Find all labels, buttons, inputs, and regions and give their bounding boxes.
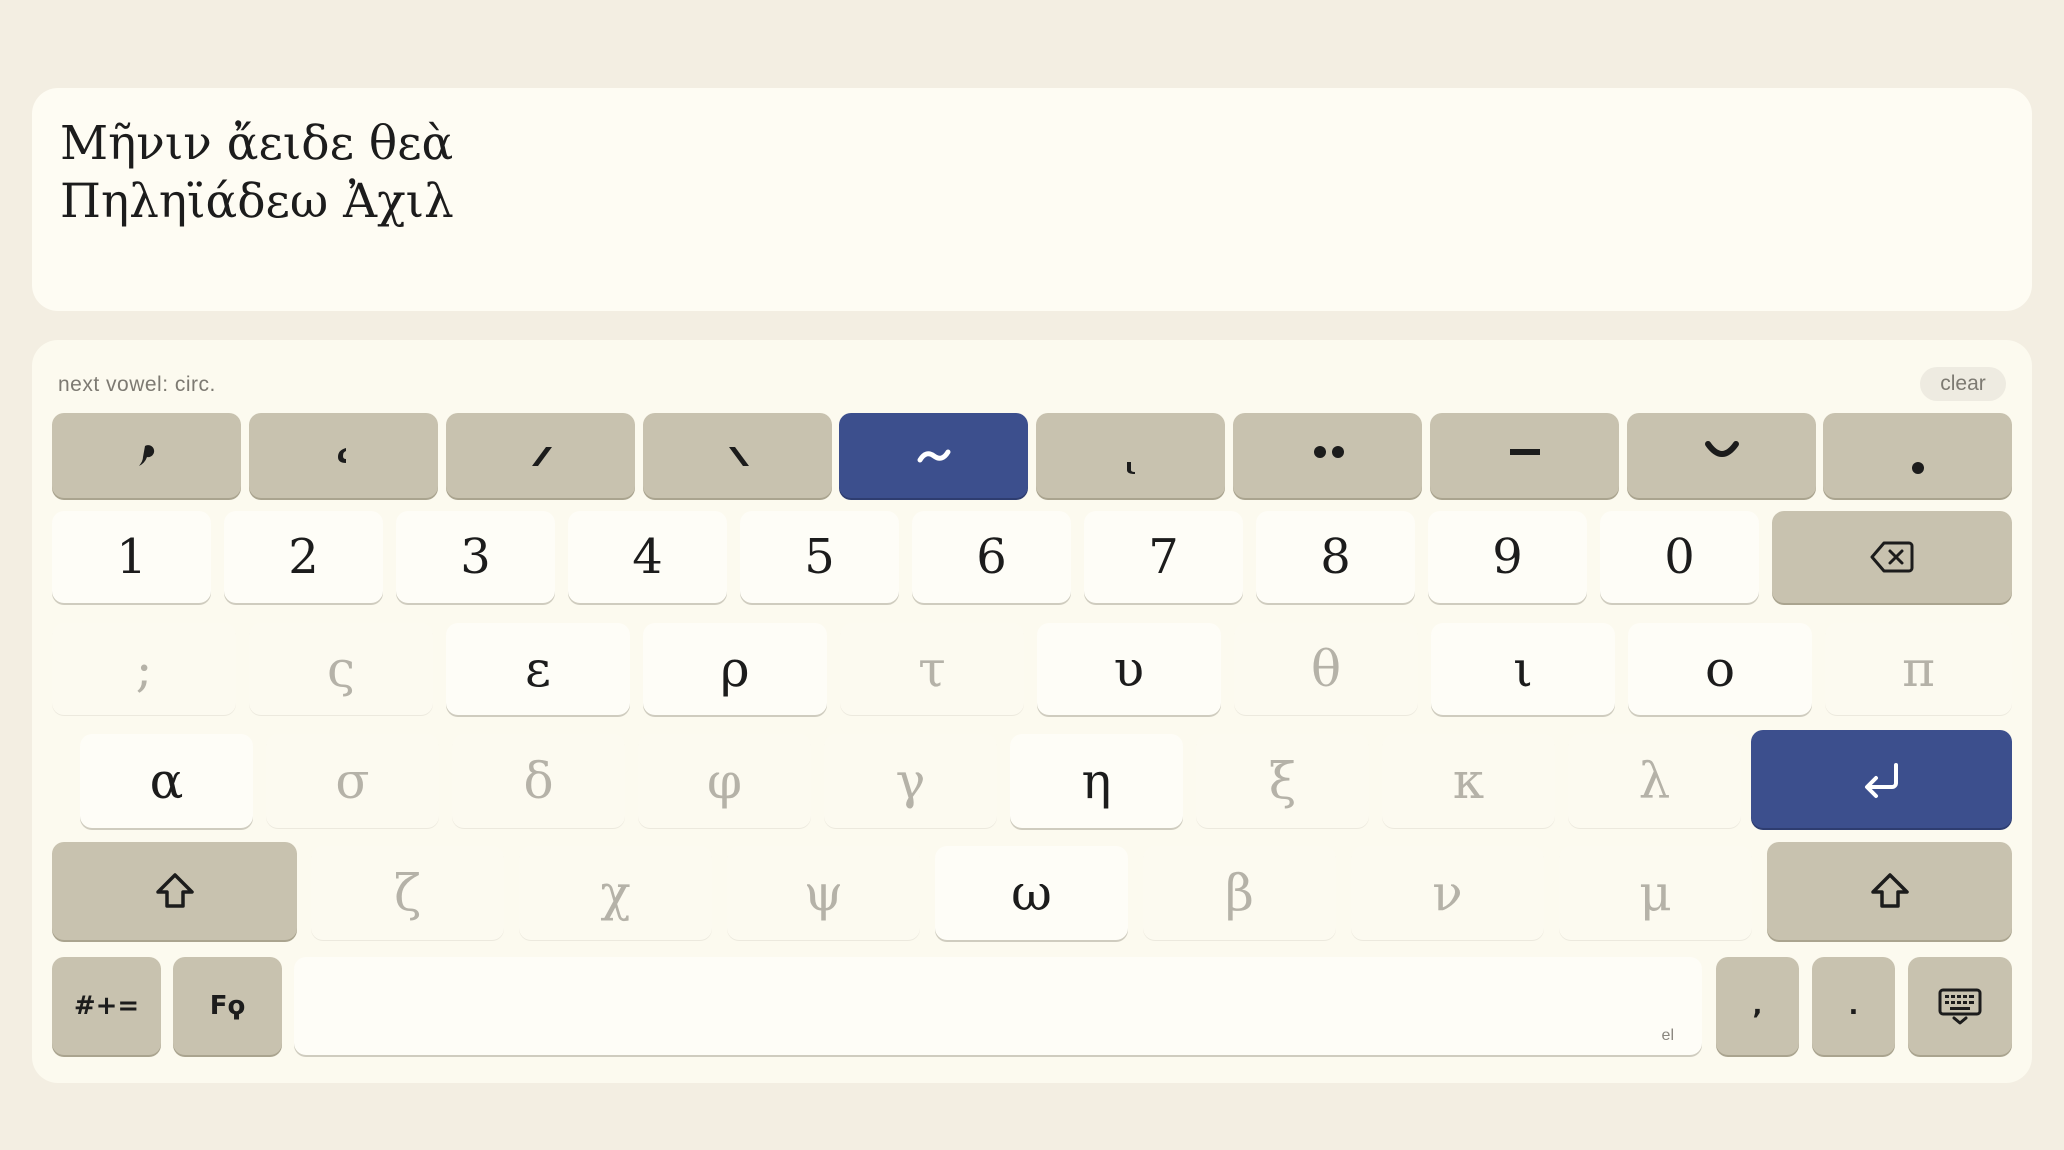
- number-key-3[interactable]: 3: [396, 511, 555, 603]
- diacritic-status: next vowel: circ.: [58, 373, 216, 396]
- diacritic-acute-key[interactable]: [446, 413, 635, 498]
- shift-left-key[interactable]: [52, 842, 297, 940]
- diacritic-breve-key[interactable]: [1627, 413, 1816, 498]
- key-semicolon[interactable]: ;: [52, 623, 236, 715]
- number-key-8[interactable]: 8: [1256, 511, 1415, 603]
- period-key[interactable]: .: [1812, 957, 1895, 1055]
- backspace-key[interactable]: [1772, 511, 2012, 603]
- key-kappa[interactable]: κ: [1382, 734, 1555, 828]
- key-omega[interactable]: ω: [935, 846, 1128, 940]
- key-upsilon[interactable]: υ: [1037, 623, 1221, 715]
- return-icon: [1864, 763, 1898, 798]
- key-eta[interactable]: η: [1010, 734, 1183, 828]
- key-theta[interactable]: θ: [1234, 623, 1418, 715]
- diacritic-dot-below-key[interactable]: [1823, 413, 2012, 498]
- diacritic-grave-key[interactable]: [643, 413, 832, 498]
- circumflex-icon: [917, 449, 950, 462]
- key-sigma[interactable]: σ: [266, 734, 439, 828]
- number-key-2[interactable]: 2: [224, 511, 383, 603]
- number-key-0[interactable]: 0: [1600, 511, 1759, 603]
- archaic-letters-key[interactable]: Fϙ: [173, 957, 282, 1055]
- enter-key[interactable]: [1751, 730, 2012, 828]
- hide-keyboard-key[interactable]: [1908, 957, 2012, 1055]
- space-key[interactable]: el: [294, 957, 1702, 1055]
- number-key-6[interactable]: 6: [912, 511, 1071, 603]
- number-key-5[interactable]: 5: [740, 511, 899, 603]
- diacritic-smooth-key[interactable]: [52, 413, 241, 498]
- diacritic-circumflex-key[interactable]: [839, 413, 1028, 498]
- clear-button[interactable]: clear: [1920, 367, 2006, 401]
- number-key-7[interactable]: 7: [1084, 511, 1243, 603]
- key-delta[interactable]: δ: [452, 734, 625, 828]
- key-mu[interactable]: μ: [1559, 846, 1752, 940]
- dot-below-icon: [1911, 461, 1924, 474]
- key-alpha[interactable]: α: [80, 734, 253, 828]
- text-line-1: Μῆνιν ἄειδε θεὰ: [60, 116, 454, 171]
- diaeresis-icon: [1313, 445, 1344, 458]
- diacritic-macron-key[interactable]: [1430, 413, 1619, 498]
- key-lambda[interactable]: λ: [1568, 734, 1741, 828]
- rough-breathing-icon: [337, 447, 346, 463]
- symbols-key[interactable]: #+=: [52, 957, 161, 1055]
- number-key-1[interactable]: 1: [52, 511, 211, 603]
- number-key-4[interactable]: 4: [568, 511, 727, 603]
- key-xi[interactable]: ξ: [1196, 734, 1369, 828]
- key-omicron[interactable]: ο: [1628, 623, 1812, 715]
- key-final-sigma[interactable]: ς: [249, 623, 433, 715]
- key-rho[interactable]: ρ: [643, 623, 827, 715]
- grave-accent-icon: [728, 446, 749, 466]
- key-iota[interactable]: ι: [1431, 623, 1615, 715]
- text-line-2: Πηληϊάδεω Ἀχιλ: [60, 174, 454, 229]
- key-phi[interactable]: φ: [638, 734, 811, 828]
- acute-accent-icon: [531, 446, 552, 466]
- key-psi[interactable]: ψ: [727, 846, 920, 940]
- key-gamma[interactable]: γ: [824, 734, 997, 828]
- text-display[interactable]: Μῆνιν ἄειδε θεὰ Πηληϊάδεω Ἀχιλ: [32, 88, 2032, 311]
- key-nu[interactable]: ν: [1351, 846, 1544, 940]
- key-beta[interactable]: β: [1143, 846, 1336, 940]
- shift-icon: [155, 873, 194, 908]
- shift-right-key[interactable]: [1767, 842, 2012, 940]
- key-tau[interactable]: τ: [840, 623, 1024, 715]
- diacritic-diaeresis-key[interactable]: [1233, 413, 1422, 498]
- smooth-breathing-icon: [138, 444, 154, 466]
- key-pi[interactable]: π: [1825, 623, 2012, 715]
- comma-key[interactable]: ,: [1716, 957, 1799, 1055]
- keyboard-hide-icon: [1938, 988, 1982, 1025]
- iota-subscript-icon: [1126, 461, 1135, 474]
- number-key-9[interactable]: 9: [1428, 511, 1587, 603]
- diacritic-iota-subscript-key[interactable]: [1036, 413, 1225, 498]
- diacritic-rough-key[interactable]: [249, 413, 438, 498]
- macron-icon: [1509, 448, 1540, 455]
- shift-icon: [1870, 873, 1909, 908]
- breve-icon: [1704, 440, 1739, 457]
- key-zeta[interactable]: ζ: [311, 846, 504, 940]
- language-indicator: el: [1661, 1027, 1674, 1044]
- backspace-icon: [1870, 541, 1914, 573]
- key-epsilon[interactable]: ε: [446, 623, 630, 715]
- key-chi[interactable]: χ: [519, 846, 712, 940]
